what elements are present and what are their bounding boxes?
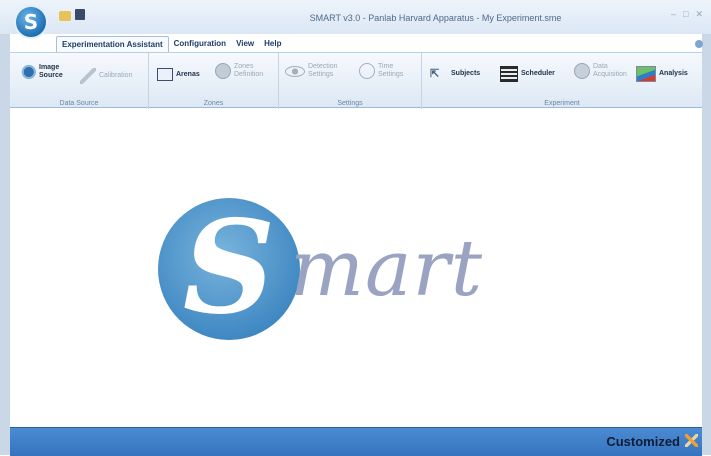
data-acquisition-icon bbox=[574, 63, 590, 79]
group-zones: Arenas Zones Definition Zones bbox=[149, 53, 279, 109]
minimize-icon[interactable]: – bbox=[671, 9, 676, 20]
group-label-data-source: Data Source bbox=[59, 100, 99, 107]
subjects-icon: ⇱ bbox=[430, 68, 440, 80]
window-controls: – □ ✕ bbox=[671, 9, 703, 20]
image-source-label-line2: Source bbox=[39, 72, 63, 79]
tab-configuration[interactable]: Configuration bbox=[169, 36, 231, 52]
detection-settings-label-line1: Detection bbox=[308, 63, 338, 70]
detection-settings-button[interactable]: Detection Settings bbox=[285, 63, 338, 79]
data-acquisition-label-line2: Acquisition bbox=[593, 71, 627, 78]
tab-experimentation-assistant[interactable]: Experimentation Assistant bbox=[56, 36, 169, 53]
image-source-label: Image Source bbox=[39, 64, 63, 80]
subjects-button[interactable]: ⇱ Subjects bbox=[430, 68, 480, 80]
arena-grid-icon bbox=[157, 68, 173, 81]
subjects-label: Subjects bbox=[451, 70, 481, 77]
ruler-icon bbox=[80, 68, 96, 84]
detection-settings-label-line2: Settings bbox=[308, 71, 334, 78]
group-experiment: ⇱ Subjects Scheduler Data Acquisition An… bbox=[422, 53, 702, 109]
help-icon[interactable] bbox=[695, 40, 703, 48]
calibration-label: Calibration bbox=[99, 72, 133, 79]
zones-definition-label-line2: Definition bbox=[234, 71, 264, 78]
tools-icon[interactable] bbox=[685, 434, 698, 447]
data-acquisition-label: Data Acquisition bbox=[593, 63, 627, 79]
zones-definition-label: Zones Definition bbox=[234, 63, 263, 79]
image-source-button[interactable]: Image Source bbox=[18, 63, 63, 81]
time-settings-label-line2: Settings bbox=[378, 71, 404, 78]
image-source-label-line1: Image bbox=[39, 64, 60, 71]
group-settings: Detection Settings Time Settings Setting… bbox=[279, 53, 422, 109]
window-title: SMART v3.0 - Panlab Harvard Apparatus - … bbox=[309, 13, 562, 23]
zones-definition-button[interactable]: Zones Definition bbox=[215, 63, 263, 79]
arenas-label: Arenas bbox=[176, 70, 200, 78]
camera-icon bbox=[18, 63, 36, 81]
workspace-splash: S mart bbox=[10, 109, 702, 427]
data-acquisition-label-line1: Data bbox=[593, 63, 608, 70]
ribbon-tabs: Experimentation Assistant Configuration … bbox=[56, 36, 287, 53]
group-label-zones: Zones bbox=[203, 100, 224, 107]
time-settings-label-line1: Time bbox=[378, 63, 394, 70]
title-bar: SMART v3.0 - Panlab Harvard Apparatus - … bbox=[0, 0, 711, 34]
time-settings-button[interactable]: Time Settings bbox=[359, 63, 403, 79]
tab-help[interactable]: Help bbox=[259, 36, 286, 52]
time-settings-label: Time Settings bbox=[378, 63, 403, 79]
ribbon: Image Source Calibration Data Source Are… bbox=[10, 52, 702, 109]
clock-icon bbox=[359, 63, 375, 79]
calibration-button[interactable]: Calibration bbox=[80, 68, 132, 84]
close-icon[interactable]: ✕ bbox=[695, 9, 703, 20]
logo-word: mart bbox=[290, 224, 484, 314]
logo-letter: S bbox=[182, 193, 276, 343]
scheduler-icon bbox=[500, 66, 518, 82]
zones-icon bbox=[215, 63, 231, 79]
status-bar: Customized bbox=[10, 427, 702, 456]
group-data-source: Image Source Calibration Data Source bbox=[10, 53, 149, 109]
detection-settings-label: Detection Settings bbox=[308, 63, 338, 79]
zones-definition-label-line1: Zones bbox=[234, 63, 254, 70]
group-label-experiment: Experiment bbox=[544, 100, 580, 107]
scheduler-label: Scheduler bbox=[521, 70, 555, 77]
status-text: Customized bbox=[606, 434, 680, 449]
maximize-icon[interactable]: □ bbox=[683, 9, 688, 20]
arenas-button[interactable]: Arenas bbox=[157, 68, 200, 81]
eye-icon bbox=[285, 65, 305, 77]
scheduler-button[interactable]: Scheduler bbox=[500, 66, 555, 82]
tab-view[interactable]: View bbox=[231, 36, 259, 52]
analysis-chart-icon bbox=[636, 66, 656, 82]
group-label-settings: Settings bbox=[337, 100, 363, 107]
data-acquisition-button[interactable]: Data Acquisition bbox=[574, 63, 627, 79]
analysis-label: Analysis bbox=[659, 70, 688, 77]
app-menu-button[interactable]: S bbox=[14, 5, 48, 39]
analysis-button[interactable]: Analysis bbox=[636, 66, 688, 82]
